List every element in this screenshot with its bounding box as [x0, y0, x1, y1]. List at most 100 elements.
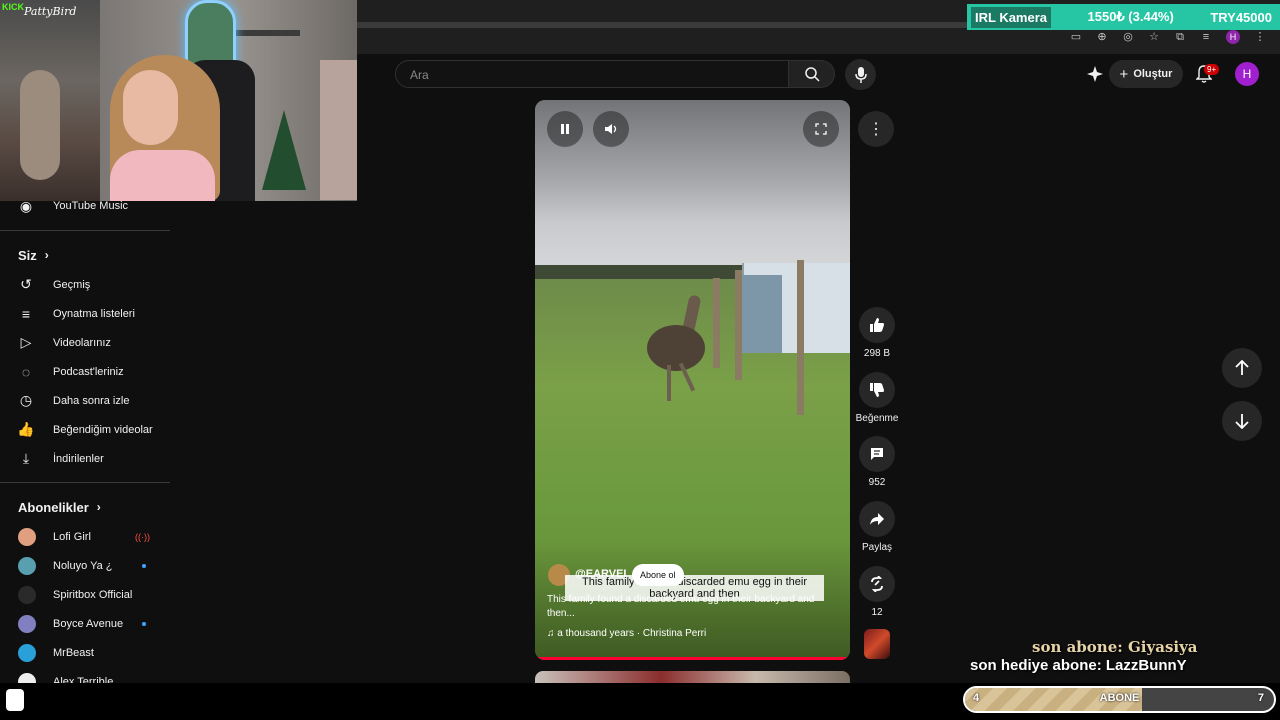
- subscription-name: MrBeast: [53, 646, 94, 659]
- menu-lines-icon[interactable]: ≡: [1200, 31, 1212, 43]
- subscription-item[interactable]: MrBeast: [0, 638, 170, 667]
- chevron-right-icon: ›: [96, 500, 101, 514]
- dislike-button[interactable]: [859, 372, 895, 408]
- webcam-feed: KICK PattyBird: [0, 0, 357, 201]
- channel-avatar: [18, 556, 36, 575]
- subscription-item[interactable]: Lofi Girl ((·)): [0, 522, 170, 551]
- last-gift-sub-text: son hediye abone: LazzBunnY: [970, 657, 1187, 674]
- volume-icon: [605, 124, 617, 134]
- webcam-streamer-top: [110, 150, 215, 201]
- dislike-action: Beğenme: [855, 372, 899, 424]
- ticker-price: 1550₺ (3.44%): [1087, 9, 1174, 24]
- browser-tab-strip: [357, 22, 967, 28]
- subscription-name: Boyce Avenue: [53, 617, 124, 630]
- sidebar: ◉ YouTube Music Siz › ↺ Geçmiş ≡ Oynatma li…: [0, 197, 170, 691]
- star-icon[interactable]: ☆: [1148, 31, 1160, 43]
- search-input[interactable]: [408, 67, 772, 83]
- sidebar-item-youtube-music[interactable]: ◉ YouTube Music: [0, 197, 170, 214]
- goal-target: 7: [1257, 692, 1264, 704]
- zoom-icon[interactable]: ⊕: [1096, 31, 1108, 43]
- search-button[interactable]: [789, 60, 835, 88]
- account-avatar[interactable]: H: [1235, 62, 1259, 86]
- video-fence-post: [713, 278, 720, 368]
- channel-avatar: [18, 585, 36, 604]
- comment-count: 952: [868, 477, 886, 488]
- share-button[interactable]: [859, 501, 895, 537]
- channel-avatar: [18, 614, 36, 633]
- sidebar-item-watch-later[interactable]: ◷ Daha sonra izle: [0, 386, 170, 415]
- comments-action: 952: [858, 436, 896, 488]
- plus-icon: +: [1119, 65, 1129, 83]
- webcam-streamer-face: [123, 70, 178, 145]
- channel-avatar: [18, 643, 36, 662]
- sidebar-item-label: Geçmiş: [53, 278, 91, 291]
- subscription-item[interactable]: Noluyo Ya ¿: [0, 551, 170, 580]
- like-action: 298 B: [858, 307, 896, 359]
- subscription-item[interactable]: Boyce Avenue: [0, 609, 170, 638]
- kick-badge-icon: [6, 689, 24, 711]
- sidebar-item-label: YouTube Music: [53, 200, 129, 212]
- sidebar-item-podcast[interactable]: ◌ Podcast'leriniz: [0, 357, 170, 386]
- webcam-wall-picture: [320, 60, 357, 200]
- next-short-button[interactable]: [1222, 401, 1262, 441]
- notification-count-badge: 9+: [1204, 64, 1220, 75]
- previous-short-button[interactable]: [1222, 348, 1262, 388]
- shorts-create-button[interactable]: [1085, 64, 1105, 84]
- comments-button[interactable]: [859, 436, 895, 472]
- remix-count: 12: [871, 607, 883, 618]
- ticker-label: IRL Kamera: [971, 6, 1052, 28]
- video-progress-bar[interactable]: [535, 657, 850, 660]
- sidebar-item-downloads[interactable]: ⤓ İndirilenler: [0, 444, 170, 473]
- sidebar-item-label: Videolarınız: [53, 336, 111, 349]
- create-label: Oluştur: [1133, 68, 1173, 80]
- sound-thumbnail[interactable]: [864, 629, 890, 659]
- browser-profile-avatar[interactable]: H: [1226, 30, 1240, 44]
- watch-later-icon: ◷: [19, 392, 33, 408]
- fullscreen-button[interactable]: [803, 111, 839, 147]
- video-song[interactable]: ♫ a thousand years · Christina Perri: [547, 628, 706, 639]
- sidebar-item-your-videos[interactable]: ▷ Videolarınız: [0, 328, 170, 357]
- sidebar-divider: [0, 482, 170, 483]
- remix-action: 12: [858, 566, 896, 618]
- streamer-signature: PattyBird: [24, 5, 77, 18]
- subscribe-button[interactable]: Abone ol: [632, 564, 684, 586]
- playlists-icon: ≡: [21, 305, 31, 322]
- sidebar-heading-subscriptions[interactable]: Abonelikler ›: [0, 492, 170, 522]
- create-button[interactable]: + Oluştur: [1109, 60, 1183, 88]
- eye-off-icon[interactable]: ◎: [1122, 31, 1134, 43]
- subscription-item[interactable]: Spiritbox Official: [0, 580, 170, 609]
- pause-button[interactable]: [547, 111, 583, 147]
- sidebar-item-liked-videos[interactable]: 👍 Beğendiğim videolar: [0, 415, 170, 444]
- goal-label: ABONE: [1099, 692, 1140, 704]
- sidebar-heading-you[interactable]: Siz ›: [0, 240, 170, 270]
- like-count: 298 B: [863, 348, 891, 359]
- sidebar-item-history[interactable]: ↺ Geçmiş: [0, 270, 170, 299]
- more-options-button[interactable]: ⋮: [858, 111, 894, 147]
- microphone-icon: [854, 66, 867, 83]
- sidebar-item-playlists[interactable]: ≡ Oynatma listeleri: [0, 299, 170, 328]
- dislike-label: Beğenme: [855, 413, 899, 424]
- shorts-video-player[interactable]: @EARVEI This family found a discarded em…: [535, 100, 850, 660]
- kebab-icon[interactable]: ⋮: [1254, 31, 1266, 43]
- subscriber-goal-bar: 4 ABONE 7: [963, 686, 1276, 713]
- subscription-name: Noluyo Ya ¿: [53, 559, 113, 572]
- sidebar-you-list: ↺ Geçmiş ≡ Oynatma listeleri ▷ Videolarınız ◌ P…: [0, 270, 170, 473]
- remix-button[interactable]: [859, 566, 895, 602]
- downloads-icon: ⤓: [22, 450, 30, 466]
- ticker-goal: TRY45000: [1210, 9, 1272, 25]
- history-icon: ↺: [20, 276, 32, 292]
- last-subscriber-text: son abone: Giyasiya: [1032, 638, 1198, 656]
- stream-ticker: IRL Kamera 1550₺ (3.44%) TRY45000: [967, 4, 1280, 30]
- new-content-dot: [142, 621, 146, 626]
- next-short-preview[interactable]: [535, 671, 850, 683]
- like-button[interactable]: [859, 307, 895, 343]
- voice-search-button[interactable]: [845, 59, 876, 90]
- youtube-music-icon: ◉: [19, 197, 33, 214]
- comment-icon: [871, 448, 883, 460]
- video-progress-fill: [535, 657, 847, 660]
- volume-button[interactable]: [593, 111, 629, 147]
- cast-icon[interactable]: ▭: [1070, 31, 1082, 43]
- your-videos-icon: ▷: [20, 334, 32, 350]
- extensions-icon[interactable]: ⧉: [1174, 31, 1186, 43]
- video-title[interactable]: This family found a discarded emu egg in…: [547, 593, 837, 621]
